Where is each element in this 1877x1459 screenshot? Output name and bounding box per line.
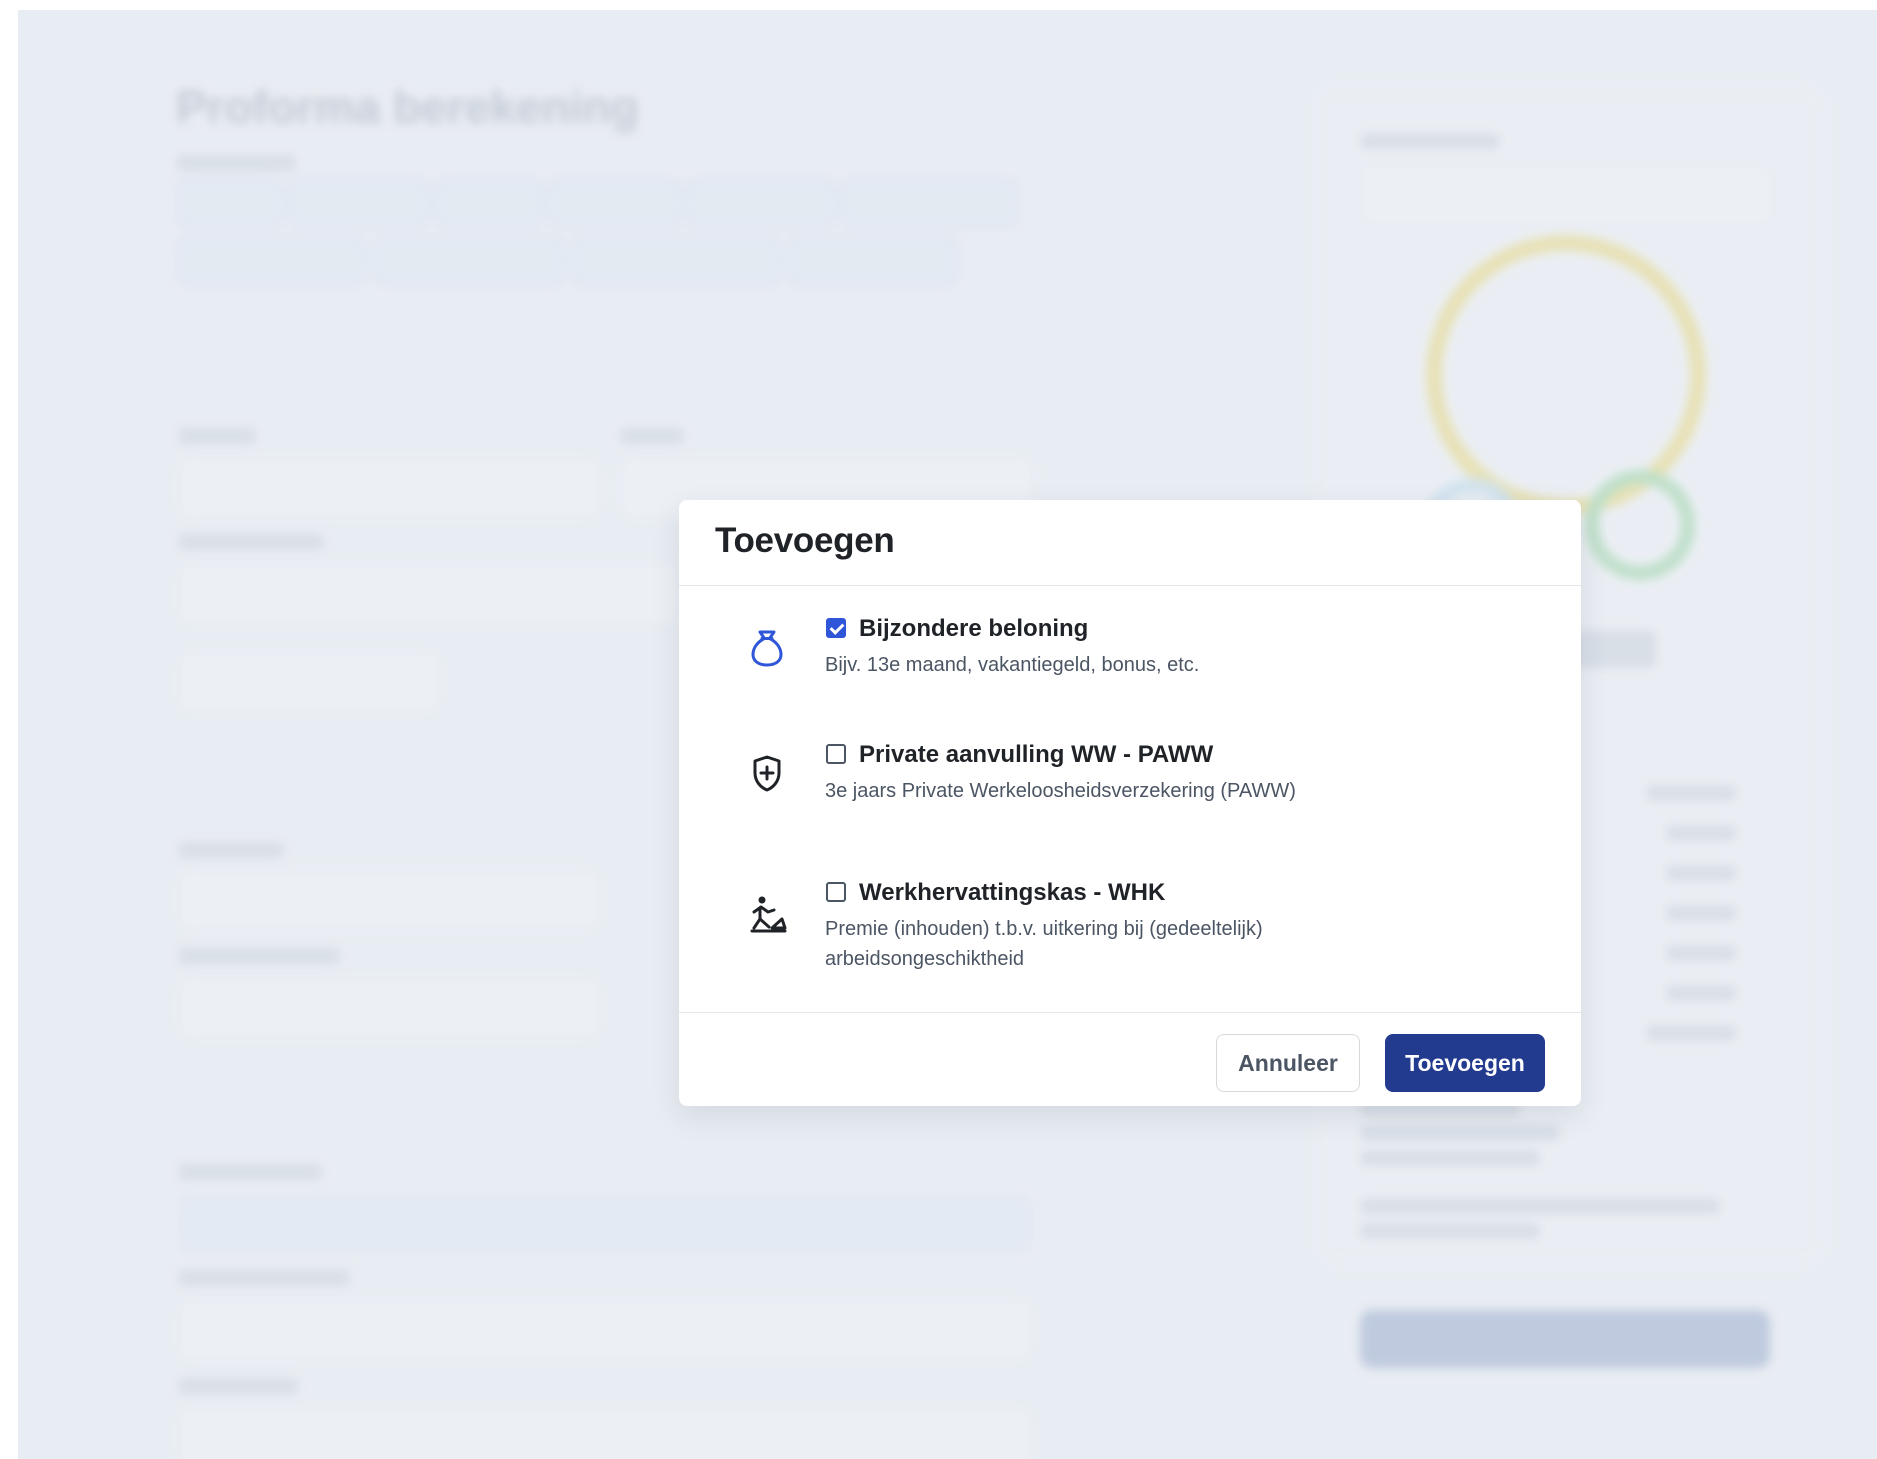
option-title: Private aanvulling WW - PAWW <box>859 741 1214 768</box>
modal-footer: Annuleer Toevoegen <box>679 1012 1581 1106</box>
option-description: Premie (inhouden) t.b.v. uitkering bij (… <box>825 918 1263 970</box>
money-bag-icon <box>745 626 789 670</box>
private-aanvulling-ww-checkbox[interactable] <box>826 744 846 764</box>
werkhervattingskas-checkbox[interactable] <box>826 882 846 902</box>
checkmark-icon <box>829 620 845 635</box>
add-modal: Toevoegen Bijzondere beloning Bijv. 13e … <box>679 500 1581 1106</box>
option-description: Bijv. 13e maand, vakantiegeld, bonus, et… <box>825 654 1200 676</box>
modal-title: Toevoegen <box>715 521 895 560</box>
add-button[interactable]: Toevoegen <box>1385 1034 1545 1092</box>
shield-plus-icon <box>745 752 789 796</box>
option-title: Bijzondere beloning <box>859 615 1089 642</box>
modal-header: Toevoegen <box>679 500 1581 586</box>
option-werkhervattingskas[interactable]: Werkhervattingskas - WHK Premie (inhoude… <box>679 879 1581 1002</box>
modal-body: Bijzondere beloning Bijv. 13e maand, vak… <box>679 586 1581 1002</box>
option-bijzondere-beloning[interactable]: Bijzondere beloning Bijv. 13e maand, vak… <box>679 606 1581 726</box>
app-viewport: Proforma berekening Toevoegen Bijzondere… <box>18 10 1877 1459</box>
bijzondere-beloning-checkbox[interactable] <box>826 618 846 638</box>
option-title: Werkhervattingskas - WHK <box>859 879 1166 906</box>
worker-icon <box>745 894 789 938</box>
option-private-aanvulling-ww[interactable]: Private aanvulling WW - PAWW 3e jaars Pr… <box>679 741 1581 864</box>
cancel-button[interactable]: Annuleer <box>1216 1034 1360 1092</box>
option-description: 3e jaars Private Werkeloosheidsverzekeri… <box>825 780 1296 802</box>
